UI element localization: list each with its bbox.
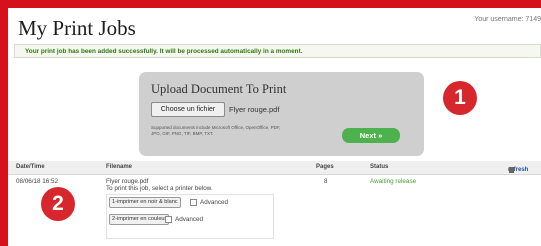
column-header-status: Status [370, 164, 389, 170]
selected-file-name: Flyer rouge.pdf [229, 105, 280, 114]
row-pages: 8 [324, 178, 328, 185]
callout-badge-2: 2 [41, 187, 75, 221]
success-message: Your print job has been added successful… [14, 44, 541, 58]
column-header-pages: Pages [316, 164, 334, 170]
column-header-filename: Filename [106, 164, 133, 170]
advanced-label-bw: Advanced [200, 199, 229, 206]
row-filename: Flyer rouge.pdf [106, 178, 149, 185]
table-header: Date/Time Filename Pages Status refresh [8, 161, 541, 175]
printer-bw-button[interactable]: 1-imprimer en noir & blanc [109, 197, 181, 208]
row-datetime: 08/06/18 16:52 [16, 178, 59, 185]
upload-box: Upload Document To Print Choose un fichi… [139, 72, 424, 156]
supported-documents-text: Supported documents include Microsoft Of… [151, 125, 281, 136]
refresh-icon[interactable] [509, 167, 514, 173]
print-instructions: To print this job, select a printer belo… [106, 185, 213, 192]
advanced-label-color: Advanced [175, 216, 204, 223]
advanced-checkbox-color[interactable] [165, 216, 172, 223]
username-label: Your username: 7149 [474, 16, 541, 23]
next-button[interactable]: Next » [342, 128, 400, 143]
callout-badge-1: 1 [443, 81, 477, 115]
page-title: My Print Jobs [18, 16, 136, 40]
advanced-checkbox-bw[interactable] [190, 199, 197, 206]
choose-file-button[interactable]: Choose un fichier [151, 102, 225, 117]
print-jobs-panel: My Print Jobs Your username: 7149 Your p… [8, 8, 541, 246]
upload-title: Upload Document To Print [151, 82, 287, 96]
printer-color-button[interactable]: 2-imprimer en couleur [109, 214, 170, 225]
column-header-datetime: Date/Time [16, 164, 45, 170]
row-status: Awaiting release [370, 178, 417, 185]
